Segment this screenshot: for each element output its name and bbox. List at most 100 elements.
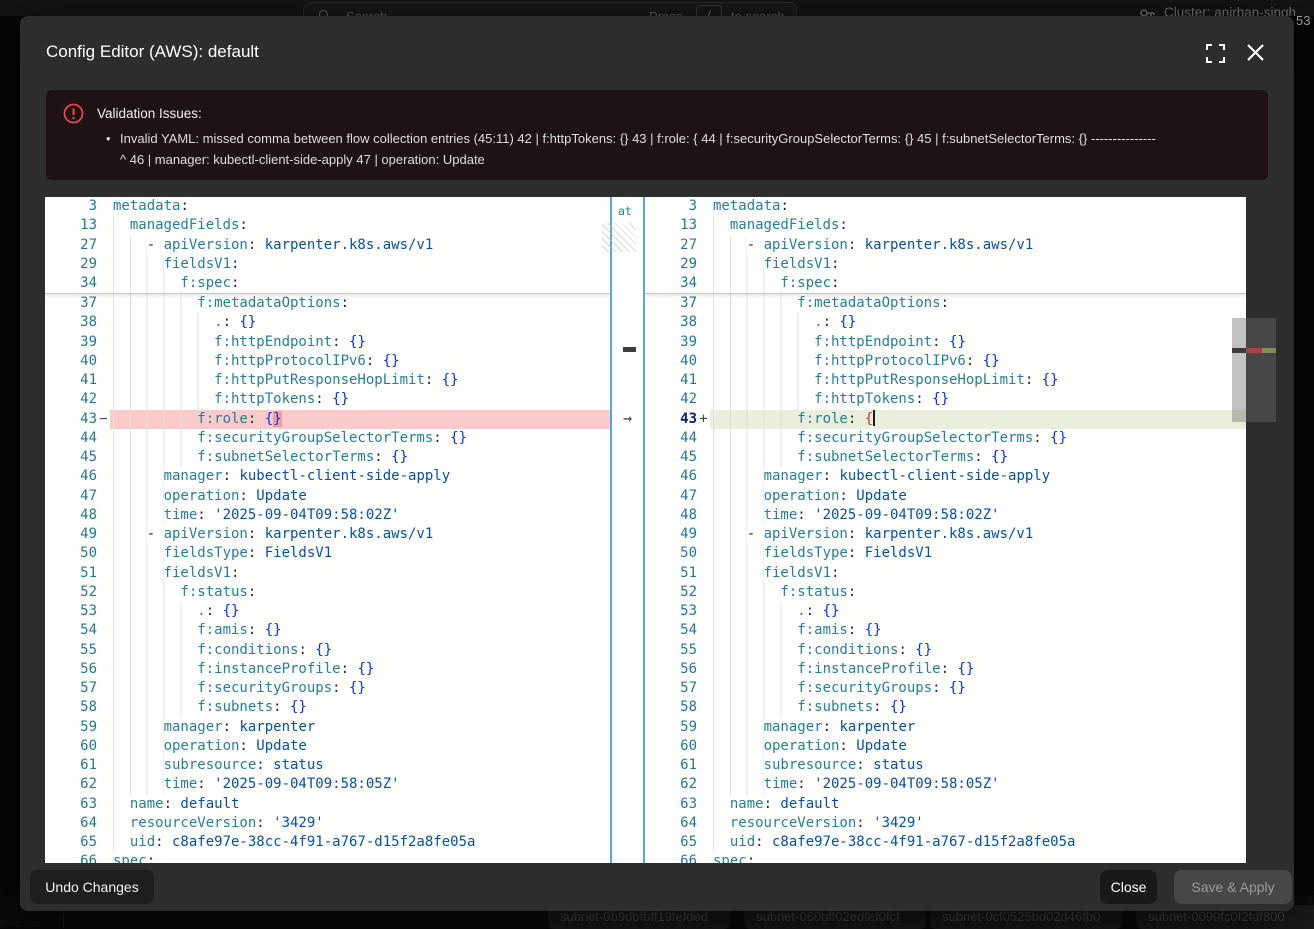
close-button[interactable] <box>1246 43 1266 63</box>
code-line-49[interactable]: 49- apiVersion: karpenter.k8s.aws/v1 <box>45 525 610 544</box>
scrollbar-slider[interactable] <box>1232 318 1246 422</box>
code-token: operation <box>164 488 240 504</box>
code-line-51[interactable]: 51fieldsV1: <box>45 564 610 583</box>
line-number: 63 <box>645 795 697 814</box>
search-input[interactable]: Search Press / to search <box>303 2 797 16</box>
code-line-37[interactable]: 37f:metadataOptions: <box>645 294 1246 313</box>
code-line-64[interactable]: 64resourceVersion: '3429' <box>45 814 610 833</box>
close-footer-button[interactable]: Close <box>1100 870 1157 904</box>
code-line-29[interactable]: 29fieldsV1: <box>645 255 1246 274</box>
code-line-40[interactable]: 40f:httpProtocolIPv6: {} <box>645 352 1246 371</box>
code-line-41[interactable]: 41f:httpPutResponseHopLimit: {} <box>645 371 1246 390</box>
sticky-scroll-original[interactable]: 3metadata:13managedFields:27- apiVersion… <box>45 197 610 294</box>
indent-guides <box>113 737 164 756</box>
code-line-34[interactable]: 34f:spec: <box>45 274 610 293</box>
code-line-66[interactable]: 66spec: <box>45 852 610 863</box>
code-line-49[interactable]: 49- apiVersion: karpenter.k8s.aws/v1 <box>645 525 1246 544</box>
code-line-40[interactable]: 40f:httpProtocolIPv6: {} <box>45 352 610 371</box>
code-line-46[interactable]: 46manager: kubectl-client-side-apply <box>45 467 610 486</box>
code-line-42[interactable]: 42f:httpTokens: {} <box>645 390 1246 409</box>
code-line-42[interactable]: 42f:httpTokens: {} <box>45 390 610 409</box>
code-line-56[interactable]: 56f:instanceProfile: {} <box>45 660 610 679</box>
code-line-44[interactable]: 44f:securityGroupSelectorTerms: {} <box>645 429 1246 448</box>
code-token: f:securityGroups <box>797 680 932 696</box>
code-token: : <box>164 796 181 812</box>
gutter: 37 <box>645 294 710 313</box>
code-line-53[interactable]: 53.: {} <box>645 602 1246 621</box>
code-line-53[interactable]: 53.: {} <box>45 602 610 621</box>
code-line-38[interactable]: 38.: {} <box>645 313 1246 332</box>
diff-sash[interactable] <box>610 197 645 863</box>
code-line-39[interactable]: 39f:httpEndpoint: {} <box>45 333 610 352</box>
code-token: apiVersion <box>164 237 248 253</box>
code-line-54[interactable]: 54f:amis: {} <box>645 621 1246 640</box>
code-line-50[interactable]: 50fieldsType: FieldsV1 <box>45 544 610 563</box>
code-line-48[interactable]: 48time: '2025-09-04T09:58:02Z' <box>45 506 610 525</box>
code-line-63[interactable]: 63name: default <box>645 795 1246 814</box>
code-line-45[interactable]: 45f:subnetSelectorTerms: {} <box>645 448 1246 467</box>
code-line-44[interactable]: 44f:securityGroupSelectorTerms: {} <box>45 429 610 448</box>
fullscreen-button[interactable] <box>1206 44 1226 64</box>
code-content: - apiVersion: karpenter.k8s.aws/v1 <box>110 525 610 544</box>
code-line-37[interactable]: 37f:metadataOptions: <box>45 294 610 313</box>
code-line-39[interactable]: 39f:httpEndpoint: {} <box>645 333 1246 352</box>
code-line-46[interactable]: 46manager: kubectl-client-side-apply <box>645 467 1246 486</box>
code-line-47[interactable]: 47operation: Update <box>645 487 1246 506</box>
code-line-65[interactable]: 65uid: c8afe97e-38cc-4f91-a767-d15f2a8fe… <box>645 833 1246 852</box>
sticky-scroll-modified[interactable]: 3metadata:13managedFields:27- apiVersion… <box>645 197 1246 294</box>
code-token: : <box>932 680 949 696</box>
save-apply-button-disabled[interactable]: Save & Apply <box>1174 870 1292 904</box>
code-line-27[interactable]: 27- apiVersion: karpenter.k8s.aws/v1 <box>45 236 610 255</box>
code-line-13[interactable]: 13managedFields: <box>45 216 610 235</box>
code-line-59[interactable]: 59manager: karpenter <box>45 718 610 737</box>
code-line-57[interactable]: 57f:securityGroups: {} <box>45 679 610 698</box>
code-line-38[interactable]: 38.: {} <box>45 313 610 332</box>
code-line-59[interactable]: 59manager: karpenter <box>645 718 1246 737</box>
code-line-27[interactable]: 27- apiVersion: karpenter.k8s.aws/v1 <box>645 236 1246 255</box>
code-line-66[interactable]: 66spec: <box>645 852 1246 863</box>
diff-sign <box>97 814 110 833</box>
undo-changes-button[interactable]: Undo Changes <box>30 870 154 904</box>
indent-guides <box>113 814 130 833</box>
code-line-55[interactable]: 55f:conditions: {} <box>45 641 610 660</box>
code-line-47[interactable]: 47operation: Update <box>45 487 610 506</box>
code-line-55[interactable]: 55f:conditions: {} <box>645 641 1246 660</box>
code-line-62[interactable]: 62time: '2025-09-04T09:58:05Z' <box>645 775 1246 794</box>
code-line-56[interactable]: 56f:instanceProfile: {} <box>645 660 1246 679</box>
diff-sign <box>97 583 110 602</box>
code-line-43[interactable]: 43+f:role: { <box>645 410 1246 429</box>
code-line-57[interactable]: 57f:securityGroups: {} <box>645 679 1246 698</box>
code-token: : <box>848 526 865 542</box>
code-line-64[interactable]: 64resourceVersion: '3429' <box>645 814 1246 833</box>
code-line-50[interactable]: 50fieldsType: FieldsV1 <box>645 544 1246 563</box>
indent-guides <box>713 410 797 429</box>
code-line-3[interactable]: 3metadata: <box>645 197 1246 216</box>
cluster-selector[interactable]: Cluster: anirban-singh <box>1140 5 1296 16</box>
code-line-29[interactable]: 29fieldsV1: <box>45 255 610 274</box>
indent-guides <box>113 352 214 371</box>
code-line-51[interactable]: 51fieldsV1: <box>645 564 1246 583</box>
code-line-52[interactable]: 52f:status: <box>45 583 610 602</box>
code-line-60[interactable]: 60operation: Update <box>45 737 610 756</box>
diff-pane-original: 3metadata:13managedFields:27- apiVersion… <box>45 197 610 863</box>
code-line-52[interactable]: 52f:status: <box>645 583 1246 602</box>
code-line-58[interactable]: 58f:subnets: {} <box>45 698 610 717</box>
code-line-61[interactable]: 61subresource: status <box>645 756 1246 775</box>
revert-change-arrow-icon[interactable]: → <box>610 409 645 429</box>
code-line-60[interactable]: 60operation: Update <box>645 737 1246 756</box>
code-line-62[interactable]: 62time: '2025-09-04T09:58:05Z' <box>45 775 610 794</box>
code-line-61[interactable]: 61subresource: status <box>45 756 610 775</box>
code-token: fieldsV1 <box>764 256 831 272</box>
code-line-48[interactable]: 48time: '2025-09-04T09:58:02Z' <box>645 506 1246 525</box>
code-line-45[interactable]: 45f:subnetSelectorTerms: {} <box>45 448 610 467</box>
code-line-13[interactable]: 13managedFields: <box>645 216 1246 235</box>
code-line-43[interactable]: 43−f:role: {} <box>45 410 610 429</box>
code-line-41[interactable]: 41f:httpPutResponseHopLimit: {} <box>45 371 610 390</box>
code-line-34[interactable]: 34f:spec: <box>645 274 1246 293</box>
code-line-54[interactable]: 54f:amis: {} <box>45 621 610 640</box>
code-line-63[interactable]: 63name: default <box>45 795 610 814</box>
code-line-3[interactable]: 3metadata: <box>45 197 610 216</box>
code-token: - <box>747 237 764 253</box>
code-line-58[interactable]: 58f:subnets: {} <box>645 698 1246 717</box>
code-line-65[interactable]: 65uid: c8afe97e-38cc-4f91-a767-d15f2a8fe… <box>45 833 610 852</box>
